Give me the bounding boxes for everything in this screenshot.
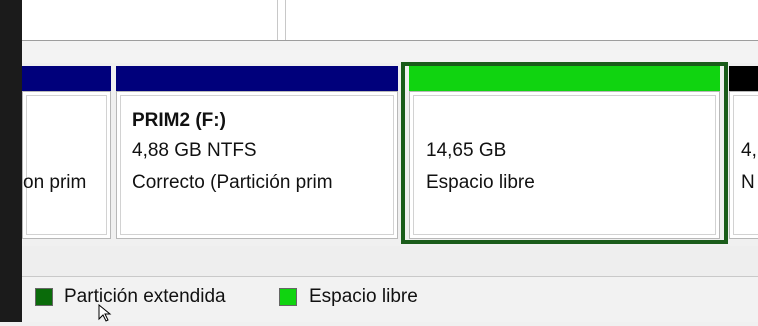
pane-splitter[interactable] bbox=[22, 40, 758, 41]
partition-header-primary bbox=[116, 66, 398, 91]
window-left-edge bbox=[0, 0, 22, 322]
volume-list-area bbox=[22, 0, 758, 44]
partition-header-primary bbox=[22, 66, 111, 91]
partition-block-inner bbox=[733, 95, 758, 235]
partition-block-inner bbox=[26, 95, 107, 235]
partition-status: N bbox=[741, 172, 755, 193]
partition-status: Correcto (Partición prim bbox=[132, 172, 333, 193]
partition-name: PRIM2 (F:) bbox=[132, 110, 226, 131]
extended-partition-swatch-icon bbox=[35, 288, 53, 306]
partition-block-4[interactable]: 4, N bbox=[729, 91, 758, 239]
selected-partition-highlight bbox=[401, 62, 728, 244]
partition-header-unallocated bbox=[729, 66, 758, 91]
partition-size: 4, bbox=[741, 140, 757, 161]
partition-block-1[interactable]: on prim bbox=[22, 91, 111, 239]
partition-status: on prim bbox=[23, 172, 87, 193]
free-space-swatch-icon bbox=[279, 288, 297, 306]
partition-size: 4,88 GB NTFS bbox=[132, 140, 257, 161]
pane-splitter-area bbox=[22, 41, 758, 63]
legend-label-extended: Partición extendida bbox=[64, 286, 226, 307]
partition-block-prim2[interactable]: PRIM2 (F:) 4,88 GB NTFS Correcto (Partic… bbox=[116, 91, 398, 239]
disk-map-background bbox=[22, 246, 758, 276]
mouse-cursor-icon bbox=[98, 303, 114, 326]
column-divider[interactable] bbox=[277, 0, 278, 40]
legend-label-free: Espacio libre bbox=[309, 286, 418, 307]
column-divider[interactable] bbox=[285, 0, 286, 40]
